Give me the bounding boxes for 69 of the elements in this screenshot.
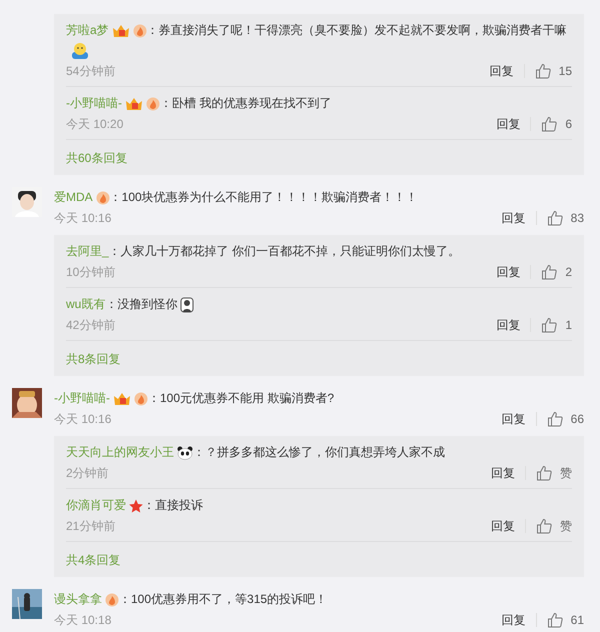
comment-text: ：人家几十万都花掉了 你们一百都花不掉，只能证明你们太慢了。 <box>108 244 460 258</box>
timestamp: 今天 10:16 <box>54 210 112 227</box>
user-name[interactable]: -小野喵喵- <box>54 391 110 405</box>
crown-badge-icon <box>112 24 130 38</box>
timestamp: 今天 10:18 <box>54 612 112 629</box>
user-name[interactable]: 天天向上的网友小王 <box>66 445 174 459</box>
thumbs-up-icon[interactable] <box>546 210 563 226</box>
crown-badge-icon <box>113 392 131 406</box>
user-name[interactable]: wu既有 <box>66 297 106 311</box>
user-name[interactable]: 爱MDA <box>54 190 93 204</box>
flame-badge-icon <box>96 190 110 205</box>
like-count: 赞 <box>560 518 572 535</box>
like-count: 83 <box>570 210 584 227</box>
user-name[interactable]: 谩头拿拿 <box>54 592 102 606</box>
reply-link[interactable]: 回复 <box>490 62 514 80</box>
user-name[interactable]: 去阿里_ <box>66 244 109 258</box>
comment-text: ：券直接消失了呢！干得漂亮（臭不要脸）发不起就不要发啊，欺骗消费者干嘛 <box>146 23 567 37</box>
flame-badge-icon <box>105 592 119 607</box>
thumbs-up-icon[interactable] <box>546 612 563 628</box>
comment-text: ：100元优惠券不能用 欺骗消费者? <box>148 391 334 405</box>
timestamp: 今天 10:20 <box>66 116 124 133</box>
thumbs-up-icon[interactable] <box>536 465 552 481</box>
like-count: 赞 <box>560 465 572 482</box>
like-count: 1 <box>565 317 572 334</box>
reply-link[interactable]: 回复 <box>496 115 520 133</box>
user-name[interactable]: 你滴肖可爱 <box>66 498 126 512</box>
reply-link[interactable]: 回复 <box>502 611 526 629</box>
panda-icon <box>177 446 193 460</box>
timestamp: 今天 10:16 <box>54 411 112 428</box>
reply-link[interactable]: 回复 <box>502 209 526 227</box>
like-count: 66 <box>570 411 584 428</box>
more-replies-link[interactable]: 共4条回复 <box>66 553 121 567</box>
like-count: 61 <box>570 612 584 629</box>
comment-text: ：没撸到怪你 <box>105 297 178 311</box>
timestamp: 42分钟前 <box>66 317 116 334</box>
like-count: 15 <box>558 63 572 80</box>
comment-text: ：100优惠券用不了，等315的投诉吧！ <box>119 592 328 606</box>
smiley-icon <box>69 42 91 60</box>
flame-badge-icon <box>132 24 147 38</box>
comment-text: ：直接投诉 <box>143 498 203 512</box>
figure-icon <box>180 296 194 313</box>
timestamp: 10分钟前 <box>66 264 116 281</box>
like-count: 2 <box>565 264 572 281</box>
reply-link[interactable]: 回复 <box>502 410 526 428</box>
reply-link[interactable]: 回复 <box>496 316 520 334</box>
user-name[interactable]: -小野喵喵- <box>66 96 122 110</box>
more-replies-link[interactable]: 共60条回复 <box>66 151 128 165</box>
thumbs-up-icon[interactable] <box>541 264 558 280</box>
comment-text: ：？拼多多都这么惨了，你们真想弄垮人家不成 <box>193 445 445 459</box>
comment-text: ：卧槽 我的优惠券现在找不到了 <box>160 96 332 110</box>
reply-link[interactable]: 回复 <box>491 517 515 535</box>
thumbs-up-icon[interactable] <box>546 411 563 427</box>
flame-badge-icon <box>146 96 160 111</box>
crown-badge-icon <box>125 96 143 111</box>
star-icon <box>129 498 143 513</box>
reply-link[interactable]: 回复 <box>496 263 520 281</box>
more-replies-link[interactable]: 共8条回复 <box>66 352 121 366</box>
timestamp: 2分钟前 <box>66 465 109 482</box>
timestamp: 21分钟前 <box>66 518 116 535</box>
reply-link[interactable]: 回复 <box>491 464 515 482</box>
timestamp: 54分钟前 <box>66 63 116 80</box>
thumbs-up-icon[interactable] <box>536 518 552 534</box>
thumbs-up-icon[interactable] <box>541 317 558 333</box>
comment-text: ：100块优惠券为什么不能用了！！！！欺骗消费者！！！ <box>110 190 418 204</box>
thumbs-up-icon[interactable] <box>534 63 551 79</box>
like-count: 6 <box>565 116 572 133</box>
thumbs-up-icon[interactable] <box>541 116 558 132</box>
user-name[interactable]: 芳啦a梦 <box>66 23 109 37</box>
flame-badge-icon <box>134 392 148 406</box>
